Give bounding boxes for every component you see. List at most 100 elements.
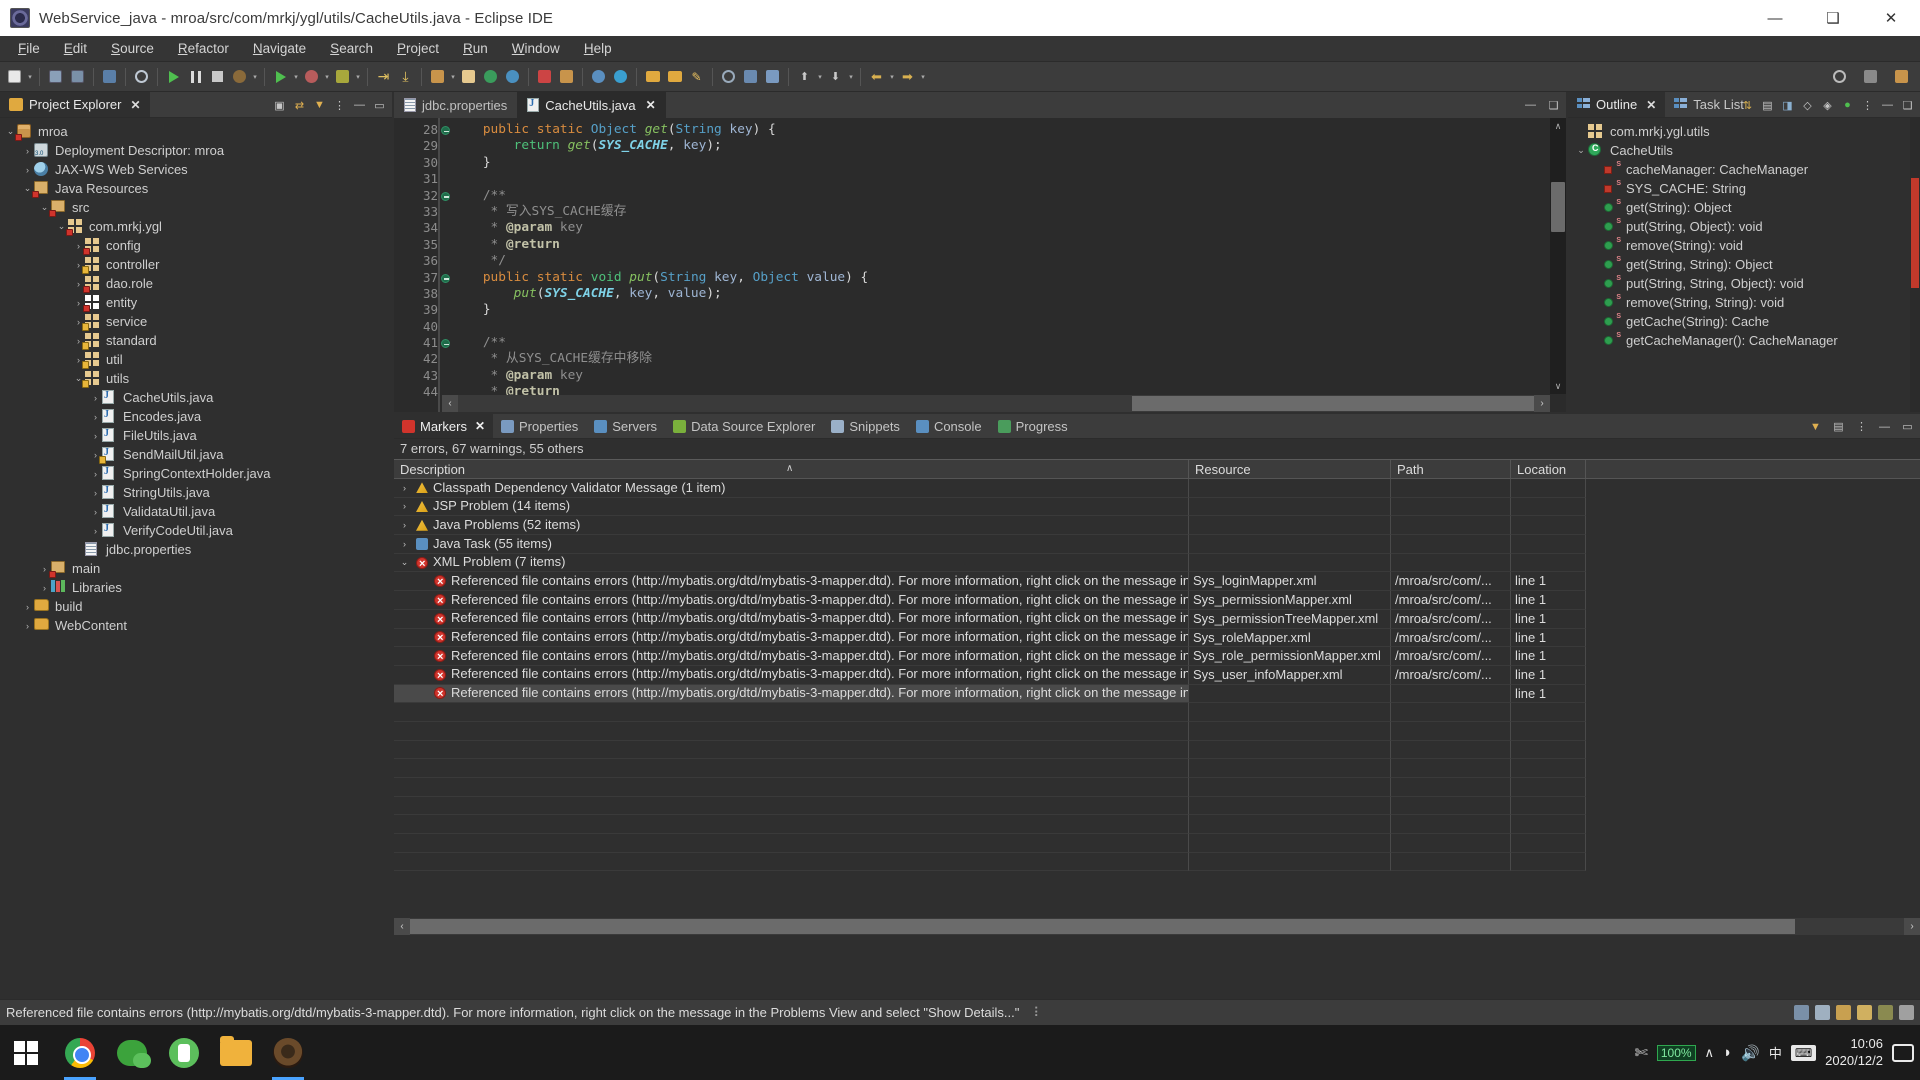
vertical-scroll-thumb[interactable] xyxy=(1551,182,1565,232)
chevron-right-icon[interactable]: › xyxy=(21,621,34,631)
tree-item[interactable]: ⌄ src xyxy=(0,198,392,217)
filter-icon[interactable]: ▼ xyxy=(1807,418,1824,436)
minimize-button[interactable]: — xyxy=(1746,0,1804,36)
tree-item[interactable]: › Encodes.java xyxy=(0,407,392,426)
markers-scroll-right-icon[interactable]: › xyxy=(1904,918,1920,935)
forward-icon[interactable]: ➡ xyxy=(897,66,918,88)
view-menu-icon[interactable]: ⋮ xyxy=(331,96,348,114)
table-row[interactable]: Referenced file contains errors (http://… xyxy=(394,591,1920,610)
tree-item[interactable]: › build xyxy=(0,597,392,616)
pause-icon[interactable] xyxy=(185,66,206,88)
tree-item[interactable]: › standard xyxy=(0,331,392,350)
code-line[interactable]: * @param key xyxy=(442,220,1566,236)
tree-item[interactable]: › WebContent xyxy=(0,616,392,635)
screenshot-tool-icon[interactable]: ✄ xyxy=(1634,1043,1647,1063)
taskbar-clock[interactable]: 10:06 2020/12/2 xyxy=(1825,1036,1883,1069)
chevron-right-icon[interactable]: › xyxy=(89,469,102,479)
wifi-icon[interactable]: ◗ xyxy=(1723,1044,1732,1061)
new-dropdown-icon[interactable]: ▾ xyxy=(26,66,34,88)
tree-item[interactable]: › FileUtils.java xyxy=(0,426,392,445)
chevron-right-icon[interactable]: › xyxy=(89,526,102,536)
chevron-right-icon[interactable]: › xyxy=(398,479,411,497)
tree-item[interactable]: › util xyxy=(0,350,392,369)
maximize-icon[interactable]: ▭ xyxy=(1899,418,1916,436)
table-row[interactable]: Referenced file contains errors (http://… xyxy=(394,684,1920,704)
tree-item[interactable]: › dao.role xyxy=(0,274,392,293)
new-html-icon[interactable] xyxy=(556,66,577,88)
view-menu-icon[interactable]: ⋮ xyxy=(1859,96,1876,114)
tree-item[interactable]: › config xyxy=(0,236,392,255)
new-interface-icon[interactable] xyxy=(502,66,523,88)
code-line[interactable]: /** xyxy=(442,188,1566,204)
tab-console[interactable]: Console xyxy=(908,414,990,438)
scroll-right-icon[interactable]: › xyxy=(1534,395,1550,412)
outline-item[interactable]: Sremove(String) : void xyxy=(1568,236,1920,255)
file-explorer-icon[interactable] xyxy=(212,1025,260,1080)
outline-item[interactable]: Sremove(String, String) : void xyxy=(1568,293,1920,312)
wechat-icon[interactable] xyxy=(108,1025,156,1080)
menu-item-edit[interactable]: Edit xyxy=(52,38,99,59)
outline-item[interactable]: com.mrkj.ygl.utils xyxy=(1568,122,1920,141)
next-annotation-dropdown-icon[interactable]: ▾ xyxy=(847,66,855,88)
minimize-icon[interactable]: — xyxy=(1522,96,1539,114)
forward-dropdown-icon[interactable]: ▾ xyxy=(919,66,927,88)
table-row[interactable]: Referenced file contains errors (http://… xyxy=(394,647,1920,666)
editor-tab-jdbc-properties[interactable]: jdbc.properties xyxy=(394,92,517,118)
tree-item[interactable]: ⌄ Java Resources xyxy=(0,179,392,198)
zoom-percent-badge[interactable]: 100% xyxy=(1656,1044,1696,1061)
code-line[interactable]: * @return xyxy=(442,237,1566,253)
save-icon[interactable] xyxy=(45,66,66,88)
save-all-icon[interactable] xyxy=(67,66,88,88)
outline-scrollbar[interactable] xyxy=(1910,118,1920,412)
cell-description[interactable]: Referenced file contains errors (http://… xyxy=(394,591,1189,610)
code-line[interactable]: public static void put(String key, Objec… xyxy=(442,270,1566,286)
coverage-icon[interactable] xyxy=(332,66,353,88)
scroll-up-icon[interactable]: ∧ xyxy=(1550,118,1566,134)
table-row[interactable]: Referenced file contains errors (http://… xyxy=(394,628,1920,648)
editor-horizontal-scrollbar[interactable]: ‹ › xyxy=(442,395,1550,412)
code-line[interactable]: } xyxy=(442,155,1566,171)
menu-item-source[interactable]: Source xyxy=(99,38,166,59)
table-row[interactable]: › Classpath Dependency Validator Message … xyxy=(394,479,1920,498)
close-icon[interactable]: ✕ xyxy=(475,419,485,433)
open-folder2-icon[interactable] xyxy=(664,66,685,88)
scroll-left-icon[interactable]: ‹ xyxy=(442,395,458,412)
ime-keyboard-icon[interactable]: ⌨ xyxy=(1790,1044,1817,1061)
project-tree[interactable]: ⌄mroa › Deployment Descriptor: mroa › JAX-WS… xyxy=(0,118,392,935)
cell-description[interactable]: Referenced file contains errors (http://… xyxy=(394,609,1189,629)
editor-vertical-scrollbar[interactable]: ∧ ∨ xyxy=(1550,118,1566,394)
next-annotation-icon[interactable]: ⬇ xyxy=(825,66,846,88)
quick-access-search-icon[interactable] xyxy=(1829,66,1850,88)
eclipse-taskbar-icon[interactable] xyxy=(264,1025,312,1080)
cell-description[interactable]: › Classpath Dependency Validator Message … xyxy=(394,479,1189,498)
code-line[interactable]: } xyxy=(442,302,1566,318)
new-web-icon[interactable] xyxy=(588,66,609,88)
outline-scroll-thumb[interactable] xyxy=(1911,178,1919,288)
code-line[interactable]: put(SYS_CACHE, key, value); xyxy=(442,286,1566,302)
table-row[interactable]: Referenced file contains errors (http://… xyxy=(394,665,1920,685)
tree-item[interactable]: › StringUtils.java xyxy=(0,483,392,502)
cell-description[interactable]: Referenced file contains errors (http://… xyxy=(394,647,1189,666)
tree-item[interactable]: › controller xyxy=(0,255,392,274)
maximize-icon[interactable]: ❑ xyxy=(1545,96,1562,114)
tab-snippets[interactable]: Snippets xyxy=(823,414,908,438)
tree-item[interactable]: › Deployment Descriptor: mroa xyxy=(0,141,392,160)
chevron-down-icon[interactable]: ⌄ xyxy=(1574,145,1588,156)
profile-dropdown-icon[interactable]: ▾ xyxy=(323,66,331,88)
back-dropdown-icon[interactable]: ▾ xyxy=(888,66,896,88)
new-icon[interactable] xyxy=(4,66,25,88)
java-perspective-icon[interactable] xyxy=(1891,66,1912,88)
tree-item[interactable]: ⌄ utils xyxy=(0,369,392,388)
code-line[interactable] xyxy=(442,319,1566,335)
outline-item[interactable]: SgetCacheManager() : CacheManager xyxy=(1568,331,1920,350)
minimize-icon[interactable]: — xyxy=(1879,96,1896,114)
notification-icon[interactable] xyxy=(1892,1043,1914,1062)
chevron-right-icon[interactable]: › xyxy=(89,488,102,498)
collapse-all-icon[interactable]: ▣ xyxy=(271,96,288,114)
close-button[interactable]: ✕ xyxy=(1862,0,1920,36)
tree-item[interactable]: ⌄ mroa xyxy=(0,122,392,141)
edit-icon[interactable]: ✎ xyxy=(686,66,707,88)
chevron-right-icon[interactable]: › xyxy=(89,412,102,422)
tree-item[interactable]: › ValidataUtil.java xyxy=(0,502,392,521)
previous-annotation-icon[interactable]: ⬆ xyxy=(794,66,815,88)
